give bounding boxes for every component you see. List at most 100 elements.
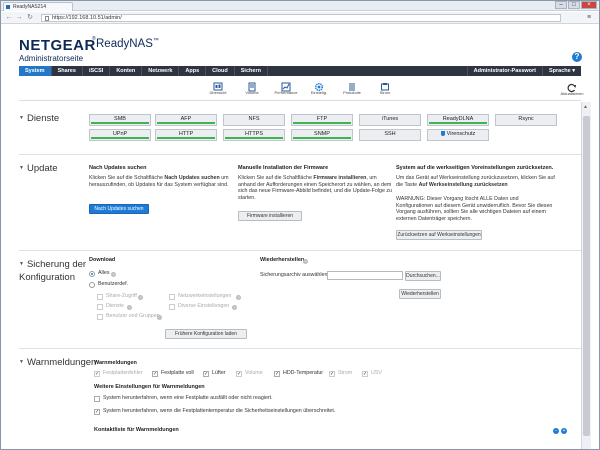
share-access-label: Share-Zugriff bbox=[106, 293, 137, 299]
maximize-icon[interactable]: □ bbox=[568, 1, 580, 9]
service-rsync[interactable]: Rsync bbox=[495, 114, 557, 126]
tool-performance[interactable]: Performance bbox=[271, 79, 301, 96]
minimize-icon[interactable]: – bbox=[555, 1, 567, 9]
nav-shares[interactable]: Shares bbox=[52, 66, 83, 76]
url-field[interactable]: https://192.168.10.51/admin/ bbox=[41, 14, 561, 22]
page-subtitle: Administratorseite bbox=[19, 54, 84, 63]
tool-logs[interactable]: Protokolle bbox=[337, 79, 367, 96]
url-text: https://192.168.10.51/admin/ bbox=[52, 15, 122, 21]
netgear-logo: NETGEAR ® bbox=[19, 36, 96, 54]
service-smb[interactable]: SMB bbox=[89, 114, 151, 126]
chk-fan[interactable]: ✓ bbox=[203, 371, 209, 377]
section-dienste: ▼ Dienste SMB AFP NFS FTP iTunes ReadyDLN… bbox=[19, 104, 581, 154]
nav-cloud[interactable]: Cloud bbox=[206, 66, 235, 76]
service-itunes[interactable]: iTunes bbox=[359, 114, 421, 126]
service-nfs[interactable]: NFS bbox=[223, 114, 285, 126]
service-http[interactable]: HTTP bbox=[155, 129, 217, 141]
section-update-title[interactable]: ▼ Update bbox=[19, 163, 89, 176]
product-label: ReadyNAS bbox=[96, 38, 153, 50]
radio-custom[interactable] bbox=[89, 282, 95, 288]
reload-icon[interactable]: ↻ bbox=[26, 14, 34, 22]
service-afp[interactable]: AFP bbox=[155, 114, 217, 126]
info-icon[interactable]: ? bbox=[157, 315, 162, 320]
text-bold: Nach Updates suchen bbox=[164, 175, 220, 181]
service-ssh[interactable]: SSH bbox=[359, 129, 421, 141]
nav-language[interactable]: Sprache ▾ bbox=[543, 66, 581, 76]
chk-hdd-temp[interactable]: ✓ bbox=[274, 371, 280, 377]
tool-settings[interactable]: Einstellg. bbox=[304, 79, 334, 96]
restore-button[interactable]: Wiederherstellen bbox=[399, 289, 441, 299]
info-icon[interactable]: ? bbox=[232, 305, 237, 310]
dienste-title-text: Dienste bbox=[26, 113, 60, 124]
chk-shutdown-disk-fail[interactable] bbox=[94, 396, 100, 402]
product-name: ReadyNAS™ bbox=[96, 38, 159, 50]
load-config-button[interactable]: Frühere Konfiguration laden bbox=[165, 329, 247, 339]
section-dienste-title[interactable]: ▼ Dienste bbox=[19, 113, 89, 126]
chk-misc-settings[interactable] bbox=[169, 304, 175, 310]
remove-contact-icon[interactable]: − bbox=[553, 428, 559, 434]
nav-sichern[interactable]: Sichern bbox=[235, 66, 268, 76]
info-icon[interactable]: ? bbox=[127, 305, 132, 310]
chk-disk-failure[interactable]: ✓ bbox=[94, 371, 100, 377]
back-icon[interactable]: ← bbox=[5, 14, 13, 22]
radio-all[interactable] bbox=[89, 271, 95, 277]
archive-file-input[interactable] bbox=[327, 271, 403, 280]
service-snmp[interactable]: SNMP bbox=[291, 129, 353, 141]
browse-button[interactable]: Durchsuchen... bbox=[405, 271, 441, 281]
chk-ups[interactable]: ✓ bbox=[362, 371, 368, 377]
service-ftp[interactable]: FTP bbox=[291, 114, 353, 126]
browser-menu-icon[interactable]: ≡ bbox=[587, 14, 595, 22]
tool-overview[interactable]: Übersicht bbox=[203, 79, 233, 96]
page-scrollbar[interactable]: ▲ bbox=[581, 102, 591, 449]
check-updates-button[interactable]: Nach Updates suchen bbox=[89, 204, 149, 214]
service-virenschutz[interactable]: Virenschutz bbox=[427, 129, 489, 141]
tool-volume[interactable]: Volume bbox=[237, 79, 267, 96]
shield-icon bbox=[440, 131, 445, 136]
chk-shutdown-temp[interactable]: ✓ bbox=[94, 409, 100, 415]
tool-power[interactable]: Strom bbox=[370, 79, 400, 96]
info-icon[interactable]: ? bbox=[138, 295, 143, 300]
chk-volume[interactable]: ✓ bbox=[236, 371, 242, 377]
service-https[interactable]: HTTPS bbox=[223, 129, 285, 141]
nav-apps[interactable]: Apps bbox=[179, 66, 207, 76]
nav-iscsi[interactable]: iSCSI bbox=[83, 66, 111, 76]
performance-icon bbox=[281, 79, 291, 92]
nav-admin-password[interactable]: Administrator-Passwort bbox=[466, 66, 543, 76]
scrollbar-thumb[interactable] bbox=[583, 116, 590, 436]
browser-tab[interactable]: ReadyNAS214 bbox=[3, 2, 73, 11]
warn-title-text: Warnmeldungen bbox=[26, 357, 97, 368]
info-icon[interactable]: ? bbox=[303, 259, 308, 264]
service-status-bar bbox=[293, 122, 351, 124]
service-status-bar bbox=[497, 122, 555, 124]
factory-reset-button[interactable]: Zurücksetzen auf Werkseinstellungen bbox=[396, 230, 482, 240]
nav-system[interactable]: System bbox=[19, 66, 52, 76]
section-sicherung-title[interactable]: ▼ Sicherung der Konfiguration bbox=[19, 259, 89, 283]
chk-users-groups[interactable] bbox=[97, 314, 103, 320]
disk-full-label: Festplatte voll bbox=[161, 370, 194, 376]
nav-konten[interactable]: Konten bbox=[110, 66, 143, 76]
browser-titlebar: ReadyNAS214 – □ × bbox=[1, 1, 599, 11]
chk-share-access[interactable] bbox=[97, 294, 103, 300]
chk-disk-full[interactable]: ✓ bbox=[152, 371, 158, 377]
nav-netzwerk[interactable]: Netzwerk bbox=[142, 66, 180, 76]
refresh-button[interactable]: Aktualisieren bbox=[557, 80, 587, 96]
logo-text: NETGEAR bbox=[19, 37, 96, 54]
add-contact-icon[interactable]: + bbox=[561, 428, 567, 434]
tab-title: ReadyNAS214 bbox=[13, 4, 47, 10]
service-readydlna[interactable]: ReadyDLNA bbox=[427, 114, 489, 126]
chk-network-settings[interactable] bbox=[169, 294, 175, 300]
text-bold: Auf Werkseinstellung zurücksetzen bbox=[418, 181, 508, 188]
info-icon[interactable]: ? bbox=[111, 272, 116, 277]
scroll-up-icon[interactable]: ▲ bbox=[583, 104, 588, 110]
help-icon[interactable]: ? bbox=[572, 52, 582, 62]
disk-failure-label: Festplattenfehler bbox=[103, 370, 143, 376]
chk-power[interactable]: ✓ bbox=[329, 371, 335, 377]
chk-services[interactable] bbox=[97, 304, 103, 310]
info-icon[interactable]: ? bbox=[236, 295, 241, 300]
forward-icon[interactable]: → bbox=[15, 14, 23, 22]
factory-reset-warning: WARNUNG: Dieser Vorgang löscht ALLE Date… bbox=[396, 196, 553, 222]
dashboard-icon bbox=[213, 79, 223, 91]
install-firmware-button[interactable]: Firmware installieren bbox=[238, 211, 302, 221]
service-upnp[interactable]: UPnP bbox=[89, 129, 151, 141]
close-icon[interactable]: × bbox=[581, 1, 597, 9]
